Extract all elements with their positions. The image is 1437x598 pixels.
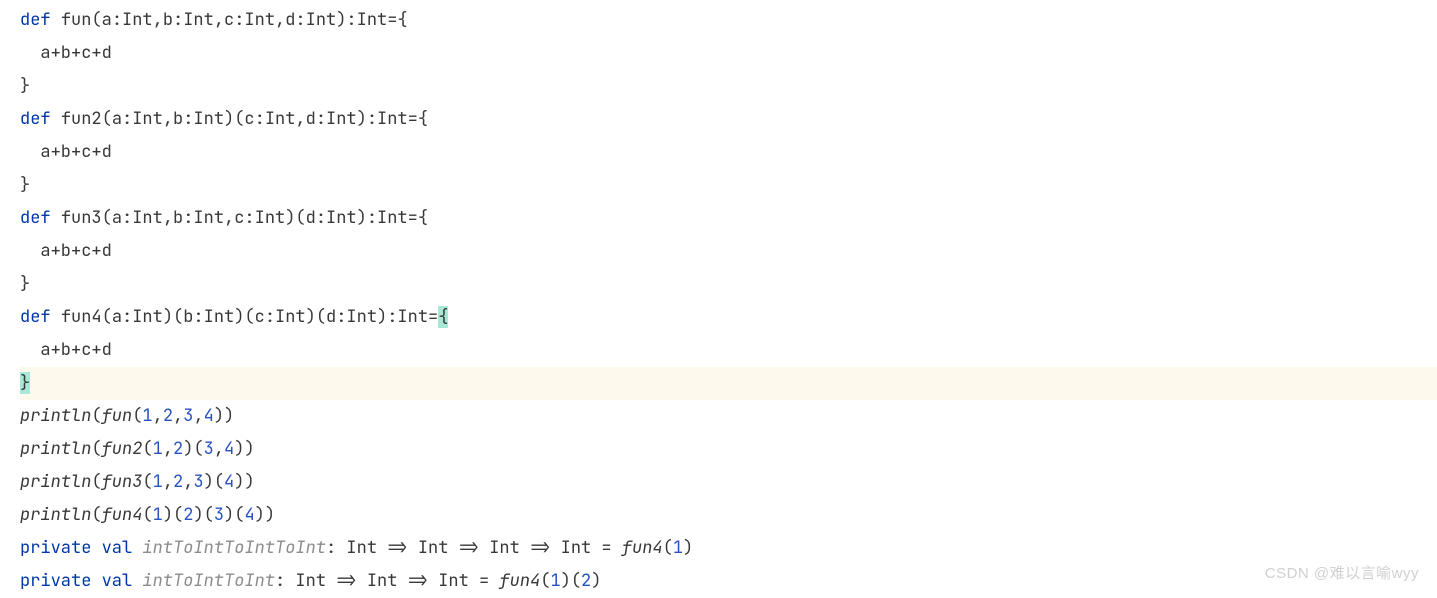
number: 1 [142, 405, 152, 427]
code-line[interactable]: } [20, 169, 1437, 202]
code-line[interactable]: a+b+c+d [20, 235, 1437, 268]
fn-call: println [20, 438, 91, 460]
keyword-private-val: private val [20, 570, 132, 592]
number: 1 [153, 471, 163, 493]
number: 3 [204, 438, 214, 460]
brace-open-match: { [438, 306, 448, 328]
code-text: } [20, 75, 30, 97]
code-editor[interactable]: def fun(a:Int,b:Int,c:Int,d:Int):Int={ a… [0, 0, 1437, 598]
val-name: intToIntToIntToInt [142, 537, 326, 559]
number: 2 [173, 471, 183, 493]
code-line-current[interactable]: } [20, 367, 1437, 400]
brace-close-match: } [20, 372, 30, 394]
code-text: a+b+c+d [20, 240, 112, 262]
code-text: (a:Int,b:Int)(c:Int,d:Int):Int={ [102, 108, 428, 130]
code-text: (a:Int,b:Int,c:Int)(d:Int):Int={ [102, 207, 428, 229]
number: 2 [163, 405, 173, 427]
fn-name: fun2 [61, 108, 102, 130]
keyword-private-val: private val [20, 537, 132, 559]
number: 2 [173, 438, 183, 460]
code-line[interactable]: a+b+c+d [20, 37, 1437, 70]
code-text: (a:Int,b:Int,c:Int,d:Int):Int={ [91, 9, 407, 31]
fn-name: fun4 [61, 306, 102, 328]
val-name: intToIntToInt [142, 570, 275, 592]
keyword-def: def [20, 108, 51, 130]
fn-name: fun3 [61, 207, 102, 229]
keyword-def: def [20, 9, 51, 31]
number: 1 [153, 504, 163, 526]
code-text: a+b+c+d [20, 339, 112, 361]
fn-call: fun3 [102, 471, 143, 493]
code-line[interactable]: a+b+c+d [20, 136, 1437, 169]
code-text: a+b+c+d [20, 42, 112, 64]
code-line[interactable]: def fun4(a:Int)(b:Int)(c:Int)(d:Int):Int… [20, 301, 1437, 334]
number: 1 [153, 438, 163, 460]
code-line[interactable]: def fun3(a:Int,b:Int,c:Int)(d:Int):Int={ [20, 202, 1437, 235]
code-line[interactable]: def fun(a:Int,b:Int,c:Int,d:Int):Int={ [20, 4, 1437, 37]
number: 3 [183, 405, 193, 427]
fn-call: println [20, 405, 91, 427]
number: 4 [224, 438, 234, 460]
code-line[interactable]: private val intToIntToInt: Int => Int =>… [20, 565, 1437, 598]
code-line[interactable]: println(fun2(1,2)(3,4)) [20, 433, 1437, 466]
code-text: (a:Int)(b:Int)(c:Int)(d:Int):Int= [102, 306, 439, 328]
number: 4 [224, 471, 234, 493]
number: 3 [193, 471, 203, 493]
watermark-text: CSDN @难以言喻wyy [1265, 557, 1419, 590]
code-text: } [20, 174, 30, 196]
keyword-def: def [20, 306, 51, 328]
fn-call: fun2 [102, 438, 143, 460]
number: 2 [183, 504, 193, 526]
code-line[interactable]: def fun2(a:Int,b:Int)(c:Int,d:Int):Int={ [20, 103, 1437, 136]
number: 4 [204, 405, 214, 427]
code-line[interactable]: println(fun(1,2,3,4)) [20, 400, 1437, 433]
number: 1 [673, 537, 683, 559]
fn-call: fun4 [499, 570, 540, 592]
number: 1 [550, 570, 560, 592]
number: 3 [214, 504, 224, 526]
code-line[interactable]: } [20, 70, 1437, 103]
code-text: } [20, 273, 30, 295]
number: 2 [581, 570, 591, 592]
code-text: a+b+c+d [20, 141, 112, 163]
number: 4 [244, 504, 254, 526]
fn-call: fun [102, 405, 133, 427]
fn-call: println [20, 471, 91, 493]
keyword-def: def [20, 207, 51, 229]
fn-call: println [20, 504, 91, 526]
code-line[interactable]: println(fun3(1,2,3)(4)) [20, 466, 1437, 499]
fn-call: fun4 [622, 537, 663, 559]
code-line[interactable]: a+b+c+d [20, 334, 1437, 367]
code-line[interactable]: println(fun4(1)(2)(3)(4)) [20, 499, 1437, 532]
fn-name: fun [61, 9, 92, 31]
code-line[interactable]: } [20, 268, 1437, 301]
code-line[interactable]: private val intToIntToIntToInt: Int => I… [20, 532, 1437, 565]
fn-call: fun4 [102, 504, 143, 526]
